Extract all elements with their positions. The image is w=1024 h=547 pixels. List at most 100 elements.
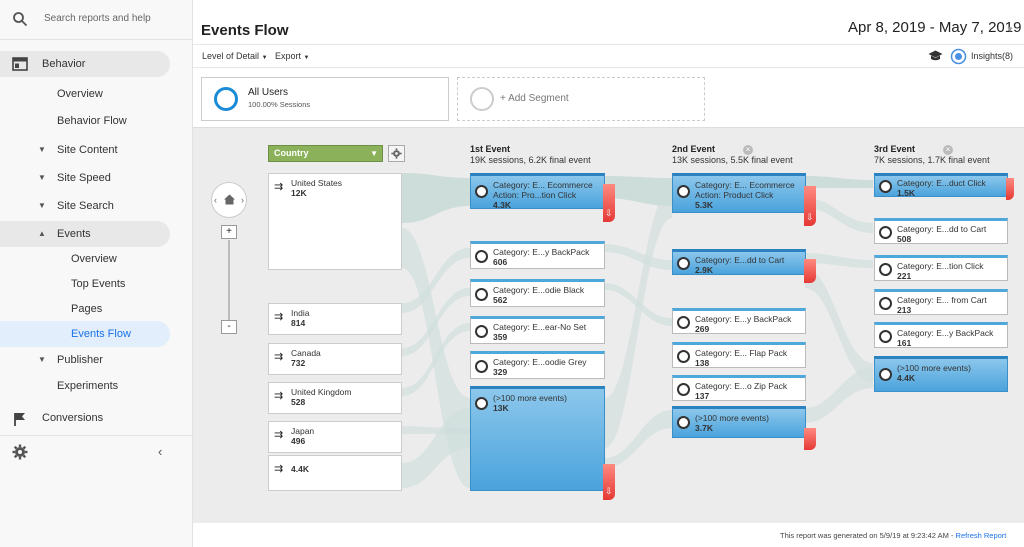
caret-down-icon: ▼ — [38, 201, 46, 210]
event-name: Category: E...y BackPack — [897, 328, 994, 338]
close-icon[interactable]: × — [743, 144, 754, 155]
caret-down-icon: ▼ — [38, 145, 46, 154]
drop-off-indicator[interactable]: ⇩ — [603, 184, 615, 222]
search-input[interactable]: Search reports and help — [44, 13, 151, 24]
event-node[interactable]: Category: E... Ecommerce Action: Pro...t… — [470, 173, 605, 210]
graduation-cap-icon[interactable] — [928, 49, 943, 63]
nav-publisher[interactable]: ▼ Publisher — [0, 347, 170, 373]
nav-top-events[interactable]: Top Events — [0, 271, 170, 297]
nav-conversions[interactable]: Conversions — [0, 405, 170, 431]
event-node[interactable]: (>100 more events) 4.4K — [874, 356, 1008, 392]
drop-off-indicator[interactable] — [804, 428, 816, 450]
nav-events-flow[interactable]: Events Flow — [0, 321, 170, 347]
export-label: Export — [275, 51, 302, 61]
zoom-in-button[interactable]: + — [221, 225, 237, 239]
event-node[interactable]: Category: E...ear-No Set 359 — [470, 316, 605, 344]
insights-button[interactable]: Insights(8) — [971, 51, 1013, 61]
event-value: 562 — [493, 295, 508, 305]
event-icon — [879, 330, 892, 343]
flag-icon — [14, 413, 25, 426]
events-flow-canvas[interactable]: ‹ › + - Country ▼ 1st Event 19K sessions… — [193, 127, 1024, 523]
chevron-down-icon[interactable]: ▼ — [1006, 25, 1014, 34]
event-icon — [879, 368, 892, 381]
country-node[interactable]: ⇉ Canada 732 — [268, 343, 402, 375]
refresh-report-link[interactable]: Refresh Report — [956, 531, 1007, 540]
event-value: 138 — [695, 358, 710, 368]
drop-off-indicator[interactable]: ⇩ — [603, 464, 615, 500]
arrow-right-icon: ⇉ — [274, 311, 284, 323]
nav-experiments-label: Experiments — [57, 380, 119, 392]
insights-icon[interactable] — [950, 48, 967, 65]
export-button[interactable]: Export ▼ — [275, 51, 309, 61]
event-value: 161 — [897, 338, 912, 348]
nav-site-search[interactable]: ▼ Site Search — [0, 193, 170, 219]
event-name: Category: E...o Zip Pack — [695, 381, 788, 391]
search-bar[interactable]: Search reports and help — [0, 0, 193, 40]
event-node[interactable]: Category: E...tion Click 221 — [874, 255, 1008, 281]
pan-control[interactable]: ‹ › — [211, 182, 247, 218]
segment-bar: All Users 100.00% Sessions + Add Segment — [193, 68, 1024, 128]
event-node[interactable]: Category: E...dd to Cart 2.9K — [672, 249, 806, 275]
level-of-detail-label: Level of Detail — [202, 51, 260, 61]
country-node[interactable]: ⇉ United States 12K — [268, 173, 402, 270]
nav-behavior-flow[interactable]: Behavior Flow — [0, 108, 170, 134]
country-node[interactable]: ⇉ Japan 496 — [268, 421, 402, 453]
date-range-picker[interactable]: Apr 8, 2019 - May 7, 2019 — [848, 19, 1021, 36]
collapse-chevron-icon[interactable]: ‹ — [158, 444, 162, 459]
event-node[interactable]: Category: E... from Cart 213 — [874, 289, 1008, 315]
nav-pages[interactable]: Pages — [0, 296, 170, 322]
event-node[interactable]: Category: E... Ecommerce Action: Product… — [672, 173, 806, 213]
caret-down-icon: ▼ — [38, 355, 46, 364]
home-icon[interactable] — [223, 193, 236, 206]
event-value: 329 — [493, 367, 508, 377]
event-node[interactable]: (>100 more events) 3.7K — [672, 406, 806, 438]
nav-events[interactable]: ▲ Events — [0, 221, 170, 247]
add-segment-label: + Add Segment — [500, 93, 569, 104]
nav-behavior-label: Behavior — [42, 58, 86, 70]
nav-behavior[interactable]: Behavior — [0, 51, 170, 77]
country-node[interactable]: ⇉ India 814 — [268, 303, 402, 335]
drop-off-indicator[interactable] — [804, 259, 816, 283]
pan-right-icon[interactable]: › — [241, 195, 244, 205]
col1-title: 1st Event — [470, 144, 511, 154]
col2-sub: 13K sessions, 5.5K final event — [672, 155, 793, 165]
nav-site-content[interactable]: ▼ Site Content — [0, 137, 170, 163]
drop-off-indicator[interactable]: ⇩ — [804, 186, 816, 226]
caret-down-icon: ▼ — [38, 173, 46, 182]
event-node[interactable]: Category: E...dd to Cart 508 — [874, 218, 1008, 244]
zoom-slider-track[interactable] — [228, 240, 230, 320]
close-icon[interactable]: × — [943, 144, 954, 155]
nav-site-speed[interactable]: ▼ Site Speed — [0, 165, 170, 191]
dimension-settings-button[interactable] — [388, 145, 405, 162]
event-node[interactable]: Category: E...oodie Grey 329 — [470, 351, 605, 379]
event-icon — [677, 350, 690, 363]
event-node[interactable]: Category: E... Flap Pack 138 — [672, 342, 806, 368]
country-node[interactable]: ⇉ 4.4K — [268, 455, 402, 491]
arrow-right-icon: ⇉ — [274, 429, 284, 441]
nav-events-overview[interactable]: Overview — [0, 246, 170, 272]
zoom-out-button[interactable]: - — [221, 320, 237, 334]
add-segment-button[interactable]: + Add Segment — [457, 77, 705, 121]
event-node[interactable]: Category: E...duct Click 1.5K — [874, 173, 1008, 198]
drop-off-indicator[interactable] — [1006, 178, 1014, 200]
page-title: Events Flow — [201, 22, 289, 39]
event-node[interactable]: Category: E...o Zip Pack 137 — [672, 375, 806, 401]
country-node[interactable]: ⇉ United Kingdom 528 — [268, 382, 402, 414]
event-node[interactable]: Category: E...y BackPack 606 — [470, 241, 605, 269]
event-node[interactable]: Category: E...y BackPack 269 — [672, 308, 806, 334]
level-of-detail-button[interactable]: Level of Detail ▼ — [202, 51, 268, 61]
event-name: Category: E... Flap Pack — [695, 348, 788, 358]
event-node[interactable]: Category: E...odie Black 562 — [470, 279, 605, 307]
event-node[interactable]: Category: E...y BackPack 161 — [874, 322, 1008, 348]
nav-overview[interactable]: Overview — [0, 81, 170, 107]
event-node[interactable]: (>100 more events) 13K — [470, 386, 605, 491]
nav-experiments[interactable]: Experiments — [0, 373, 170, 399]
pan-left-icon[interactable]: ‹ — [214, 195, 217, 205]
dimension-dropdown[interactable]: Country ▼ — [268, 145, 383, 162]
zoom-control: ‹ › + - — [211, 182, 247, 334]
gear-icon[interactable] — [12, 444, 28, 460]
event-icon — [475, 397, 488, 410]
segment-all-users[interactable]: All Users 100.00% Sessions — [201, 77, 449, 121]
nav-site-speed-label: Site Speed — [57, 172, 111, 184]
country-name: Japan — [291, 426, 315, 436]
